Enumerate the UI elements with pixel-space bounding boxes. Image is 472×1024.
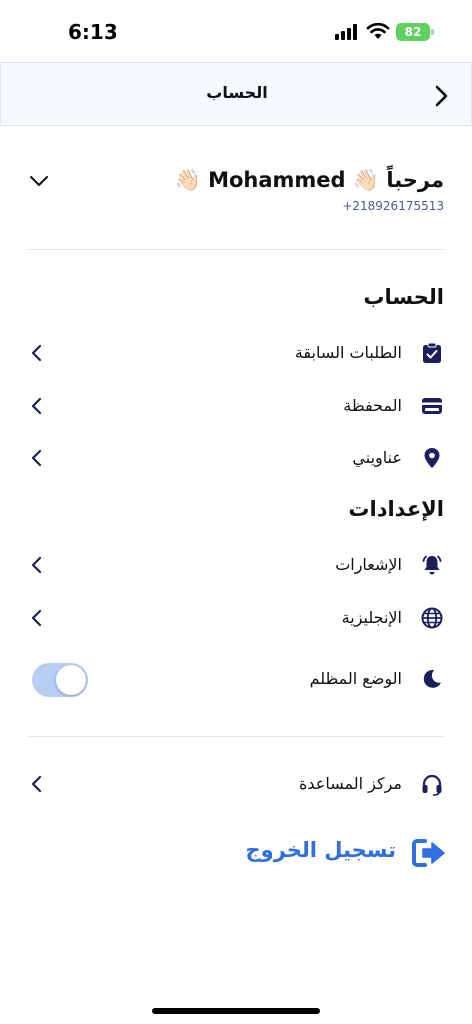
menu-item-label: الوضع المظلم: [309, 669, 402, 688]
chevron-left-icon: [31, 556, 42, 574]
headphones-icon: [422, 774, 442, 796]
top-bar: الحساب: [0, 62, 472, 126]
map-pin-icon: [424, 448, 440, 468]
chevron-left-icon: [31, 775, 42, 793]
menu-item-help-center[interactable]: مركز المساعدة: [28, 764, 444, 804]
menu-item-label: الإنجليزية: [341, 608, 402, 627]
page-title: الحساب: [206, 83, 268, 102]
wifi-icon: [366, 22, 390, 39]
menu-item-label: المحفظة: [343, 396, 402, 415]
clipboard-check-icon: [423, 342, 441, 363]
menu-item-wallet[interactable]: المحفظة: [28, 386, 444, 426]
chevron-left-icon: [31, 609, 42, 627]
menu-item-previous-orders[interactable]: الطلبات السابقة: [28, 333, 444, 373]
menu-item-label: الإشعارات: [335, 555, 402, 574]
cellular-signal-icon: [335, 24, 359, 40]
profile-greeting: مرحباً 👋🏻 Mohammed 👋🏻: [174, 168, 444, 192]
chevron-left-icon: [31, 449, 42, 467]
menu-item-label: مركز المساعدة: [299, 774, 402, 793]
status-time: 6:13: [68, 20, 118, 44]
section-title-settings: الإعدادات: [348, 497, 444, 521]
logout-label: تسجيل الخروج: [245, 838, 397, 862]
section-title-account: الحساب: [363, 285, 444, 309]
menu-item-label: عناويني: [352, 448, 402, 467]
menu-item-label: الطلبات السابقة: [294, 343, 402, 362]
profile-phone: +218926175513: [342, 199, 444, 213]
menu-item-addresses[interactable]: عناويني: [28, 438, 444, 478]
moon-icon: [423, 669, 441, 688]
menu-item-notifications[interactable]: الإشعارات: [28, 545, 444, 585]
divider: [28, 249, 444, 250]
chevron-left-icon: [31, 344, 42, 362]
toggle-knob: [56, 665, 86, 695]
chevron-left-icon: [31, 397, 42, 415]
chevron-down-icon[interactable]: [28, 170, 50, 192]
battery-icon: 82: [396, 23, 430, 41]
logout-button[interactable]: تسجيل الخروج: [0, 832, 472, 872]
status-bar: 6:13 82: [0, 0, 472, 62]
divider: [28, 736, 444, 737]
chevron-right-icon[interactable]: [429, 83, 453, 109]
home-indicator: [152, 1008, 320, 1014]
dark-mode-toggle[interactable]: [32, 663, 88, 697]
menu-item-language[interactable]: الإنجليزية: [28, 598, 444, 638]
globe-icon: [421, 607, 443, 629]
wallet-icon: [422, 398, 442, 414]
menu-item-dark-mode: الوضع المظلم: [28, 659, 444, 699]
bell-icon: [422, 555, 442, 575]
logout-icon: [412, 839, 445, 867]
battery-tip: [431, 29, 434, 35]
